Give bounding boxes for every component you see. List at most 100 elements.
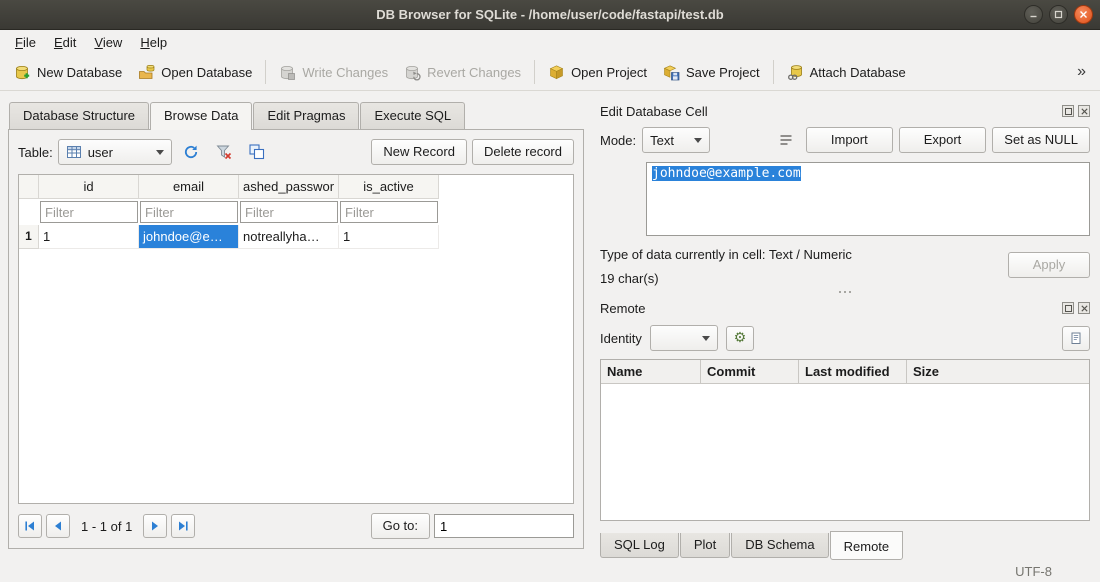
- pager-row: 1 - 1 of 1 Go to:: [18, 513, 574, 539]
- edit-cell-title: Edit Database Cell: [600, 104, 1062, 119]
- goto-input[interactable]: [434, 514, 574, 538]
- word-wrap-button[interactable]: [772, 127, 800, 153]
- dock-buttons: [1062, 302, 1090, 314]
- identity-row: Identity ⚙: [600, 325, 1090, 351]
- new-database-button[interactable]: New Database: [6, 58, 130, 87]
- open-project-label: Open Project: [571, 65, 647, 80]
- mode-combobox[interactable]: Text: [642, 127, 710, 153]
- remote-dock-title: Remote: [600, 298, 1090, 318]
- minimize-icon: [1029, 10, 1038, 19]
- tab-db-schema[interactable]: DB Schema: [731, 533, 828, 558]
- float-dock-icon[interactable]: [1062, 105, 1074, 117]
- clone-database-button[interactable]: [1062, 326, 1090, 351]
- column-header-hashed-password[interactable]: ashed_passwor: [239, 175, 339, 199]
- save-results-button[interactable]: [243, 139, 271, 165]
- row-header[interactable]: 1: [19, 225, 39, 249]
- attach-database-button[interactable]: Attach Database: [779, 58, 914, 87]
- remote-column-last-modified[interactable]: Last modified: [799, 360, 907, 383]
- word-wrap-icon: [778, 132, 794, 148]
- right-panel: Edit Database Cell Mode: Text: [600, 101, 1092, 560]
- grid-corner-cell[interactable]: [19, 175, 39, 199]
- attach-database-label: Attach Database: [810, 65, 906, 80]
- cell-type-text: Type of data currently in cell: Text / N…: [600, 247, 1008, 262]
- filter-row: [19, 199, 573, 225]
- splitter-handle[interactable]: [600, 286, 1090, 298]
- revert-changes-label: Revert Changes: [427, 65, 521, 80]
- column-header-email[interactable]: email: [139, 175, 239, 199]
- table-icon: [66, 144, 82, 160]
- previous-record-button[interactable]: [46, 514, 70, 538]
- cell-size-text: 19 char(s): [600, 271, 1008, 286]
- refresh-button[interactable]: [177, 139, 205, 165]
- open-project-button[interactable]: Open Project: [540, 58, 655, 87]
- table-row: 1 1 johndoe@e… notreallyha… 1: [19, 225, 573, 249]
- cell-editor-content: johndoe@example.com: [652, 166, 801, 181]
- import-button[interactable]: Import: [806, 127, 893, 153]
- cell-hashed-password[interactable]: notreallyha…: [239, 225, 339, 249]
- close-icon: [1079, 10, 1088, 19]
- remote-column-commit[interactable]: Commit: [701, 360, 799, 383]
- column-header-is-active[interactable]: is_active: [339, 175, 439, 199]
- bottom-tabbar: SQL Log Plot DB Schema Remote: [600, 533, 1090, 560]
- tab-database-structure[interactable]: Database Structure: [9, 102, 149, 129]
- splitter-dot: [849, 291, 851, 293]
- cell-info-texts: Type of data currently in cell: Text / N…: [600, 247, 1008, 286]
- remote-column-name[interactable]: Name: [601, 360, 701, 383]
- menu-view[interactable]: View: [85, 32, 131, 53]
- export-button[interactable]: Export: [899, 127, 987, 153]
- float-dock-icon[interactable]: [1062, 302, 1074, 314]
- cell-editor[interactable]: johndoe@example.com: [646, 162, 1090, 236]
- close-dock-icon[interactable]: [1078, 302, 1090, 314]
- close-dock-icon[interactable]: [1078, 105, 1090, 117]
- save-project-button[interactable]: Save Project: [655, 58, 768, 87]
- identity-settings-button[interactable]: ⚙: [726, 326, 754, 351]
- toolbar-overflow-button[interactable]: »: [1069, 63, 1094, 81]
- table-combobox[interactable]: user: [58, 139, 172, 165]
- mode-label: Mode:: [600, 133, 636, 148]
- encoding-indicator: UTF-8: [1015, 564, 1052, 579]
- remote-column-size[interactable]: Size: [907, 360, 1089, 383]
- set-as-null-button[interactable]: Set as NULL: [992, 127, 1090, 153]
- remote-table: Name Commit Last modified Size: [600, 359, 1090, 521]
- clear-filters-button[interactable]: [210, 139, 238, 165]
- filter-input-is-active[interactable]: [340, 201, 438, 223]
- menu-help[interactable]: Help: [131, 32, 176, 53]
- gear-icon: ⚙: [734, 331, 747, 345]
- tab-execute-sql[interactable]: Execute SQL: [360, 102, 465, 129]
- revert-changes-button: Revert Changes: [396, 58, 529, 87]
- save-project-label: Save Project: [686, 65, 760, 80]
- filter-input-email[interactable]: [140, 201, 238, 223]
- cell-email-selected[interactable]: johndoe@e…: [139, 225, 239, 249]
- table-combobox-value: user: [88, 145, 113, 160]
- filter-input-id[interactable]: [40, 201, 138, 223]
- delete-record-button[interactable]: Delete record: [472, 139, 574, 165]
- next-record-button[interactable]: [143, 514, 167, 538]
- cell-info-row: Type of data currently in cell: Text / N…: [600, 247, 1090, 286]
- tab-browse-data[interactable]: Browse Data: [150, 102, 252, 130]
- identity-combobox[interactable]: [650, 325, 718, 351]
- save-project-icon: [663, 64, 680, 81]
- new-record-button[interactable]: New Record: [371, 139, 467, 165]
- tab-remote[interactable]: Remote: [830, 531, 904, 560]
- menu-file[interactable]: File: [6, 32, 45, 53]
- toolbar-separator: [773, 60, 774, 84]
- filter-input-hashed-password[interactable]: [240, 201, 338, 223]
- cell-id[interactable]: 1: [39, 225, 139, 249]
- maximize-button[interactable]: [1049, 5, 1068, 24]
- open-database-button[interactable]: Open Database: [130, 58, 260, 87]
- tab-sql-log[interactable]: SQL Log: [600, 533, 679, 558]
- statusbar: UTF-8: [0, 560, 1100, 582]
- refresh-icon: [182, 143, 200, 161]
- goto-button[interactable]: Go to:: [371, 513, 430, 539]
- column-header-id[interactable]: id: [39, 175, 139, 199]
- last-record-button[interactable]: [171, 514, 195, 538]
- tab-edit-pragmas[interactable]: Edit Pragmas: [253, 102, 359, 129]
- minimize-button[interactable]: [1024, 5, 1043, 24]
- grid-empty-area: [19, 249, 573, 503]
- cell-is-active[interactable]: 1: [339, 225, 439, 249]
- tab-plot[interactable]: Plot: [680, 533, 730, 558]
- close-button[interactable]: [1074, 5, 1093, 24]
- new-database-label: New Database: [37, 65, 122, 80]
- menu-edit[interactable]: Edit: [45, 32, 85, 53]
- first-record-button[interactable]: [18, 514, 42, 538]
